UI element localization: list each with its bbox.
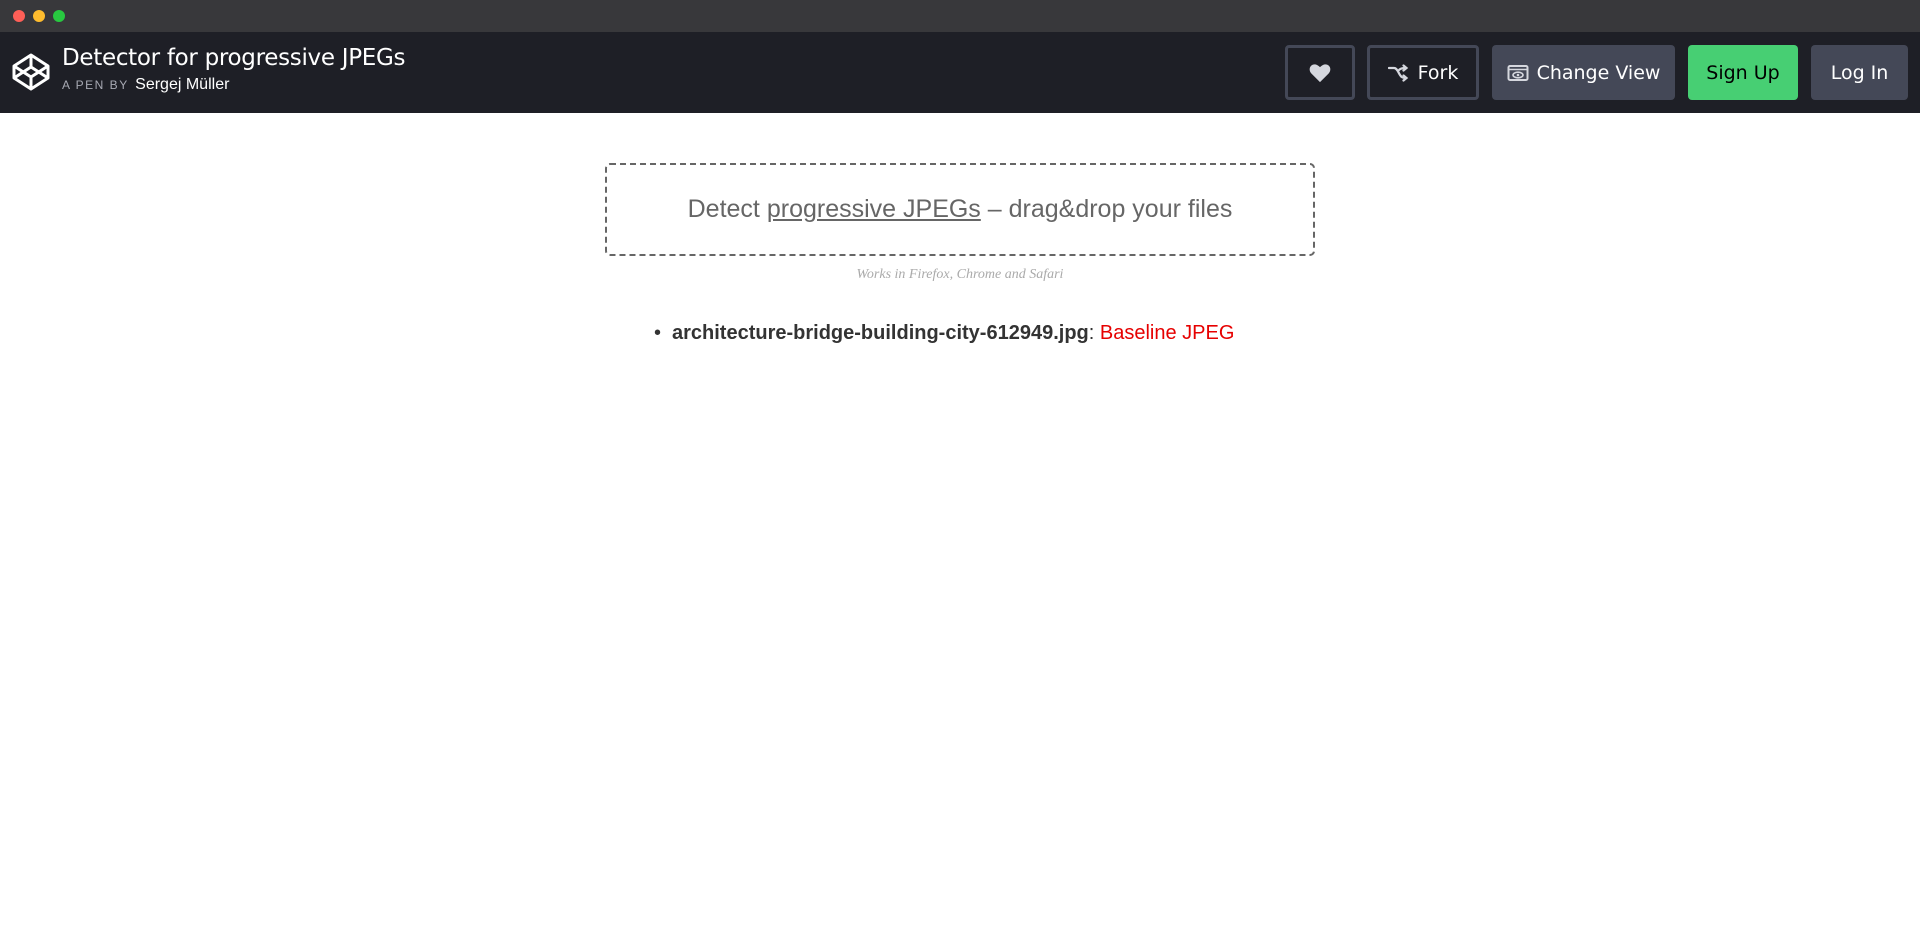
- change-view-label: Change View: [1536, 61, 1661, 84]
- result-separator: :: [1088, 322, 1100, 344]
- minimize-window-button[interactable]: [33, 10, 45, 22]
- author-link[interactable]: Sergej Müller: [135, 76, 229, 93]
- eye-window-icon: [1507, 64, 1529, 81]
- result-filename: architecture-bridge-building-city-612949…: [672, 322, 1089, 344]
- fork-icon: [1387, 63, 1408, 82]
- log-in-button[interactable]: Log In: [1811, 45, 1908, 100]
- dropzone-suffix: – drag&drop your files: [987, 195, 1233, 223]
- change-view-button[interactable]: Change View: [1492, 45, 1675, 100]
- result-item: • architecture-bridge-building-city-6129…: [654, 322, 1234, 345]
- pen-header: Detector for progressive JPEGs A PEN BY …: [0, 32, 1920, 113]
- codepen-logo-icon[interactable]: [11, 52, 51, 92]
- progressive-jpegs-link[interactable]: progressive JPEGs: [767, 195, 981, 224]
- result-status: Baseline JPEG: [1099, 322, 1235, 344]
- sign-up-button[interactable]: Sign Up: [1688, 45, 1798, 100]
- pen-title: Detector for progressive JPEGs: [62, 45, 406, 71]
- bullet-icon: •: [654, 322, 662, 344]
- close-window-button[interactable]: [13, 10, 25, 22]
- fork-label: Fork: [1417, 61, 1459, 84]
- heart-button[interactable]: [1285, 45, 1355, 100]
- fork-button[interactable]: Fork: [1367, 45, 1479, 100]
- maximize-window-button[interactable]: [53, 10, 65, 22]
- file-drop-zone[interactable]: Detect progressive JPEGs – drag&drop you…: [605, 163, 1315, 256]
- results-list: • architecture-bridge-building-city-6129…: [654, 322, 1234, 345]
- window-titlebar: [0, 0, 1920, 32]
- browser-support-note: Works in Firefox, Chrome and Safari: [856, 267, 1064, 282]
- heart-icon: [1309, 63, 1331, 82]
- pen-author-line: A PEN BY Sergej Müller: [62, 76, 229, 94]
- pen-by-prefix: A PEN BY: [62, 78, 129, 92]
- dropzone-prefix: Detect: [687, 195, 760, 223]
